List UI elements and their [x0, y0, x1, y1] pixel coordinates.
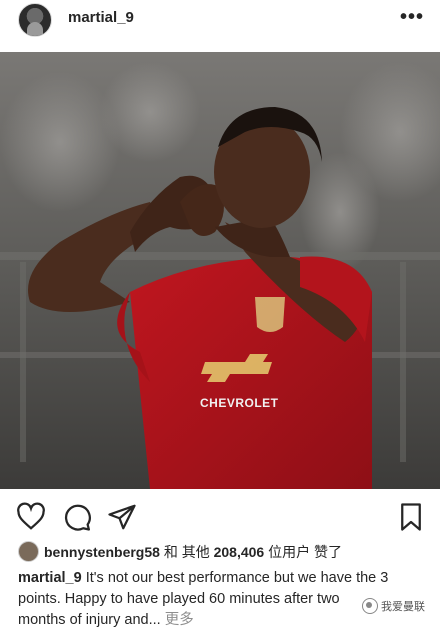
liked-label: 赞了 [314, 544, 342, 560]
liker-avatar [18, 541, 39, 562]
caption-more-link[interactable]: 更多 [165, 612, 194, 628]
like-button[interactable] [16, 502, 46, 532]
comment-button[interactable] [62, 502, 92, 532]
likes-text: bennystenberg58 和 其他 208,406 位用户 赞了 [44, 542, 342, 562]
watermark: 我爱曼联 [359, 598, 428, 614]
wechat-logo-icon [362, 598, 378, 614]
liker-username[interactable]: bennystenberg58 [44, 544, 160, 560]
caption-line-2: points. Happy to have played 60 minutes … [18, 591, 340, 607]
avatar[interactable] [18, 3, 52, 37]
player-illustration [0, 52, 440, 489]
share-icon [108, 504, 136, 530]
caption-username[interactable]: martial_9 [18, 570, 82, 586]
post-actions [0, 500, 440, 536]
save-button[interactable] [396, 502, 426, 532]
post-photo[interactable]: CHEVROLET [0, 52, 440, 489]
share-button[interactable] [107, 502, 137, 532]
and-others-label: 和 其他 [163, 544, 210, 560]
more-options-icon[interactable]: ••• [400, 6, 424, 29]
jersey-sponsor-text: CHEVROLET [200, 396, 279, 410]
bookmark-icon [401, 503, 421, 531]
caption-line-3: months of injury and... [18, 612, 161, 628]
likes-unit: 位用户 [268, 544, 311, 560]
watermark-text: 我爱曼联 [381, 601, 425, 613]
heart-icon [17, 502, 45, 530]
post-header: martial_9 ••• [0, 0, 440, 48]
caption-line-1: It's not our best performance but we hav… [85, 570, 389, 586]
username[interactable]: martial_9 [68, 9, 134, 26]
comment-icon [65, 504, 91, 531]
like-count: 208,406 [213, 544, 265, 560]
